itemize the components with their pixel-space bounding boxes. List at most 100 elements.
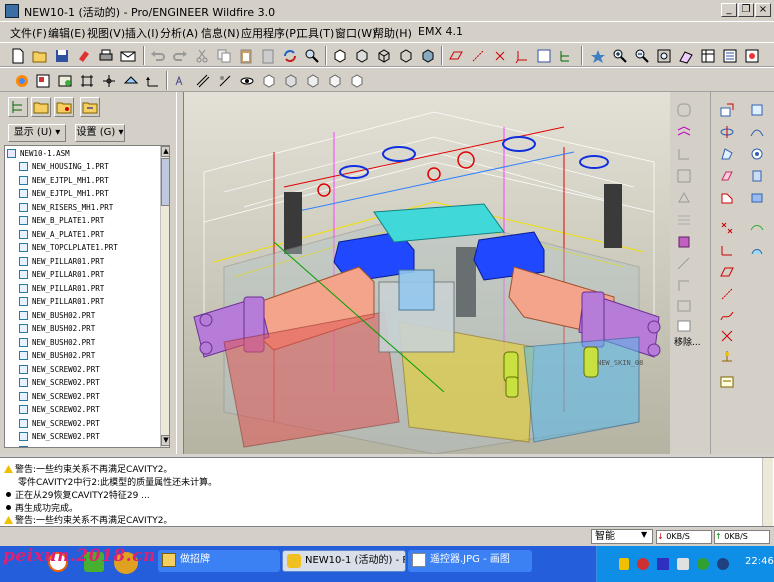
shield-icon[interactable]: [619, 558, 629, 570]
menu-edit[interactable]: 编辑(E): [48, 25, 86, 41]
wireframe-icon[interactable]: [376, 48, 392, 64]
pattern-icon[interactable]: [676, 212, 692, 228]
repaint-icon[interactable]: [332, 48, 348, 64]
cut-icon[interactable]: [194, 48, 210, 64]
favorites-tab[interactable]: [54, 97, 74, 117]
show-dropdown[interactable]: 显示 (U) ▾: [8, 124, 66, 142]
draft-icon[interactable]: [676, 124, 692, 140]
cut-out-icon[interactable]: [676, 234, 692, 250]
datum-point-display-icon[interactable]: [123, 73, 139, 89]
datum-axis-display-icon[interactable]: [101, 73, 117, 89]
minimize-button[interactable]: _: [721, 3, 737, 17]
revolve-icon[interactable]: [719, 124, 735, 140]
remove-label[interactable]: 移除...: [674, 335, 701, 348]
orientation-icon[interactable]: [327, 73, 343, 89]
save-icon[interactable]: [54, 48, 70, 64]
cross-section-icon[interactable]: [719, 328, 735, 344]
analysis-datum-icon[interactable]: [719, 348, 735, 364]
saved-views-icon[interactable]: [536, 48, 552, 64]
paste-special-icon[interactable]: [260, 48, 276, 64]
antivirus-icon[interactable]: [637, 558, 649, 570]
volume-icon[interactable]: [749, 242, 765, 258]
chevron-down-icon[interactable]: ▼: [641, 530, 647, 539]
taskbar-button[interactable]: 遥控器.JPG - 画图: [408, 550, 532, 572]
zoom-in-icon[interactable]: [612, 48, 628, 64]
menu-view[interactable]: 视图(V): [87, 25, 125, 41]
rib-icon[interactable]: [676, 190, 692, 206]
assemble-icon[interactable]: [719, 102, 735, 118]
undo-icon[interactable]: [150, 48, 166, 64]
model-tree-icon[interactable]: [558, 48, 574, 64]
simplified-rep-icon[interactable]: [305, 73, 321, 89]
combined-state-icon[interactable]: [349, 73, 365, 89]
scroll-thumb[interactable]: [161, 158, 169, 206]
datum-point-icon[interactable]: [492, 48, 508, 64]
csys-create-icon[interactable]: [719, 242, 735, 258]
datum-plane-icon[interactable]: [448, 48, 464, 64]
orient-icon[interactable]: [678, 48, 694, 64]
blend-icon[interactable]: [719, 146, 735, 162]
zoom-out-icon[interactable]: [634, 48, 650, 64]
regenerate-icon[interactable]: [282, 48, 298, 64]
coordinate-system-icon[interactable]: [514, 48, 530, 64]
note-icon[interactable]: [719, 374, 735, 390]
datum-plane-display-icon[interactable]: [79, 73, 95, 89]
restore-button[interactable]: ❐: [738, 3, 754, 17]
shading-icon[interactable]: [420, 48, 436, 64]
parting-surface-icon[interactable]: [749, 220, 765, 236]
section-icon[interactable]: [195, 73, 211, 89]
component-display-icon[interactable]: [57, 73, 73, 89]
extrude-icon[interactable]: [719, 168, 735, 184]
connections-tab[interactable]: [80, 97, 100, 117]
clock[interactable]: 22:46: [745, 556, 774, 567]
explode-icon[interactable]: [217, 73, 233, 89]
copy-icon[interactable]: [216, 48, 232, 64]
menu-file[interactable]: 文件(F): [10, 25, 47, 41]
mold-cavity-icon[interactable]: [749, 190, 765, 206]
volume-icon[interactable]: [677, 558, 689, 570]
chat-icon[interactable]: [697, 558, 709, 570]
menu-info[interactable]: 信息(N): [201, 25, 240, 41]
hide-icon[interactable]: [239, 73, 255, 89]
tree-scrollbar[interactable]: ▲ ▼: [160, 146, 169, 447]
axis-create-icon[interactable]: [719, 286, 735, 302]
email-icon[interactable]: [120, 48, 136, 64]
menu-analysis[interactable]: 分析(A): [160, 25, 198, 41]
plane-create-icon[interactable]: [719, 264, 735, 280]
graphics-window[interactable]: NEW_SKIN_08: [184, 92, 670, 454]
web-browser-icon[interactable]: [14, 73, 30, 89]
menu-insert[interactable]: 插入(I): [125, 25, 159, 41]
menu-applications[interactable]: 应用程序(P): [241, 25, 300, 41]
tray-app-icon[interactable]: [717, 558, 729, 570]
create-component-icon[interactable]: [749, 102, 765, 118]
menu-help[interactable]: 帮助(H): [373, 25, 412, 41]
scroll-down-arrow[interactable]: ▼: [161, 435, 169, 446]
taskbar-button-active[interactable]: NEW10-1 (活动的) - P...: [282, 550, 406, 572]
network-icon[interactable]: [657, 558, 669, 570]
taskbar-button[interactable]: 做招牌: [158, 550, 280, 572]
display-style-icon[interactable]: [35, 73, 51, 89]
open-folder-icon[interactable]: [32, 48, 48, 64]
redo-icon[interactable]: [172, 48, 188, 64]
trim-icon[interactable]: [676, 256, 692, 272]
csys-display-icon[interactable]: [145, 73, 161, 89]
datum-axis-icon[interactable]: [470, 48, 486, 64]
erase-icon[interactable]: [76, 48, 92, 64]
curve-create-icon[interactable]: [719, 308, 735, 324]
menu-window[interactable]: 窗口(W): [335, 25, 376, 41]
cylinder-icon[interactable]: [749, 168, 765, 184]
annotation-icon[interactable]: [173, 73, 189, 89]
settings-dropdown[interactable]: 设置 (G) ▾: [75, 124, 125, 142]
merge-icon[interactable]: [676, 298, 692, 314]
round-icon[interactable]: [676, 102, 692, 118]
style-state-icon[interactable]: [283, 73, 299, 89]
sweep-icon[interactable]: [749, 124, 765, 140]
unhide-icon[interactable]: [261, 73, 277, 89]
menu-emx[interactable]: EMX 4.1: [418, 25, 463, 38]
extend-icon[interactable]: [676, 278, 692, 294]
print-icon[interactable]: [98, 48, 114, 64]
model-tree-tab[interactable]: [8, 97, 28, 117]
spin-center-icon[interactable]: [354, 48, 370, 64]
offset-icon[interactable]: [676, 318, 692, 334]
spin-icon[interactable]: [590, 48, 606, 64]
